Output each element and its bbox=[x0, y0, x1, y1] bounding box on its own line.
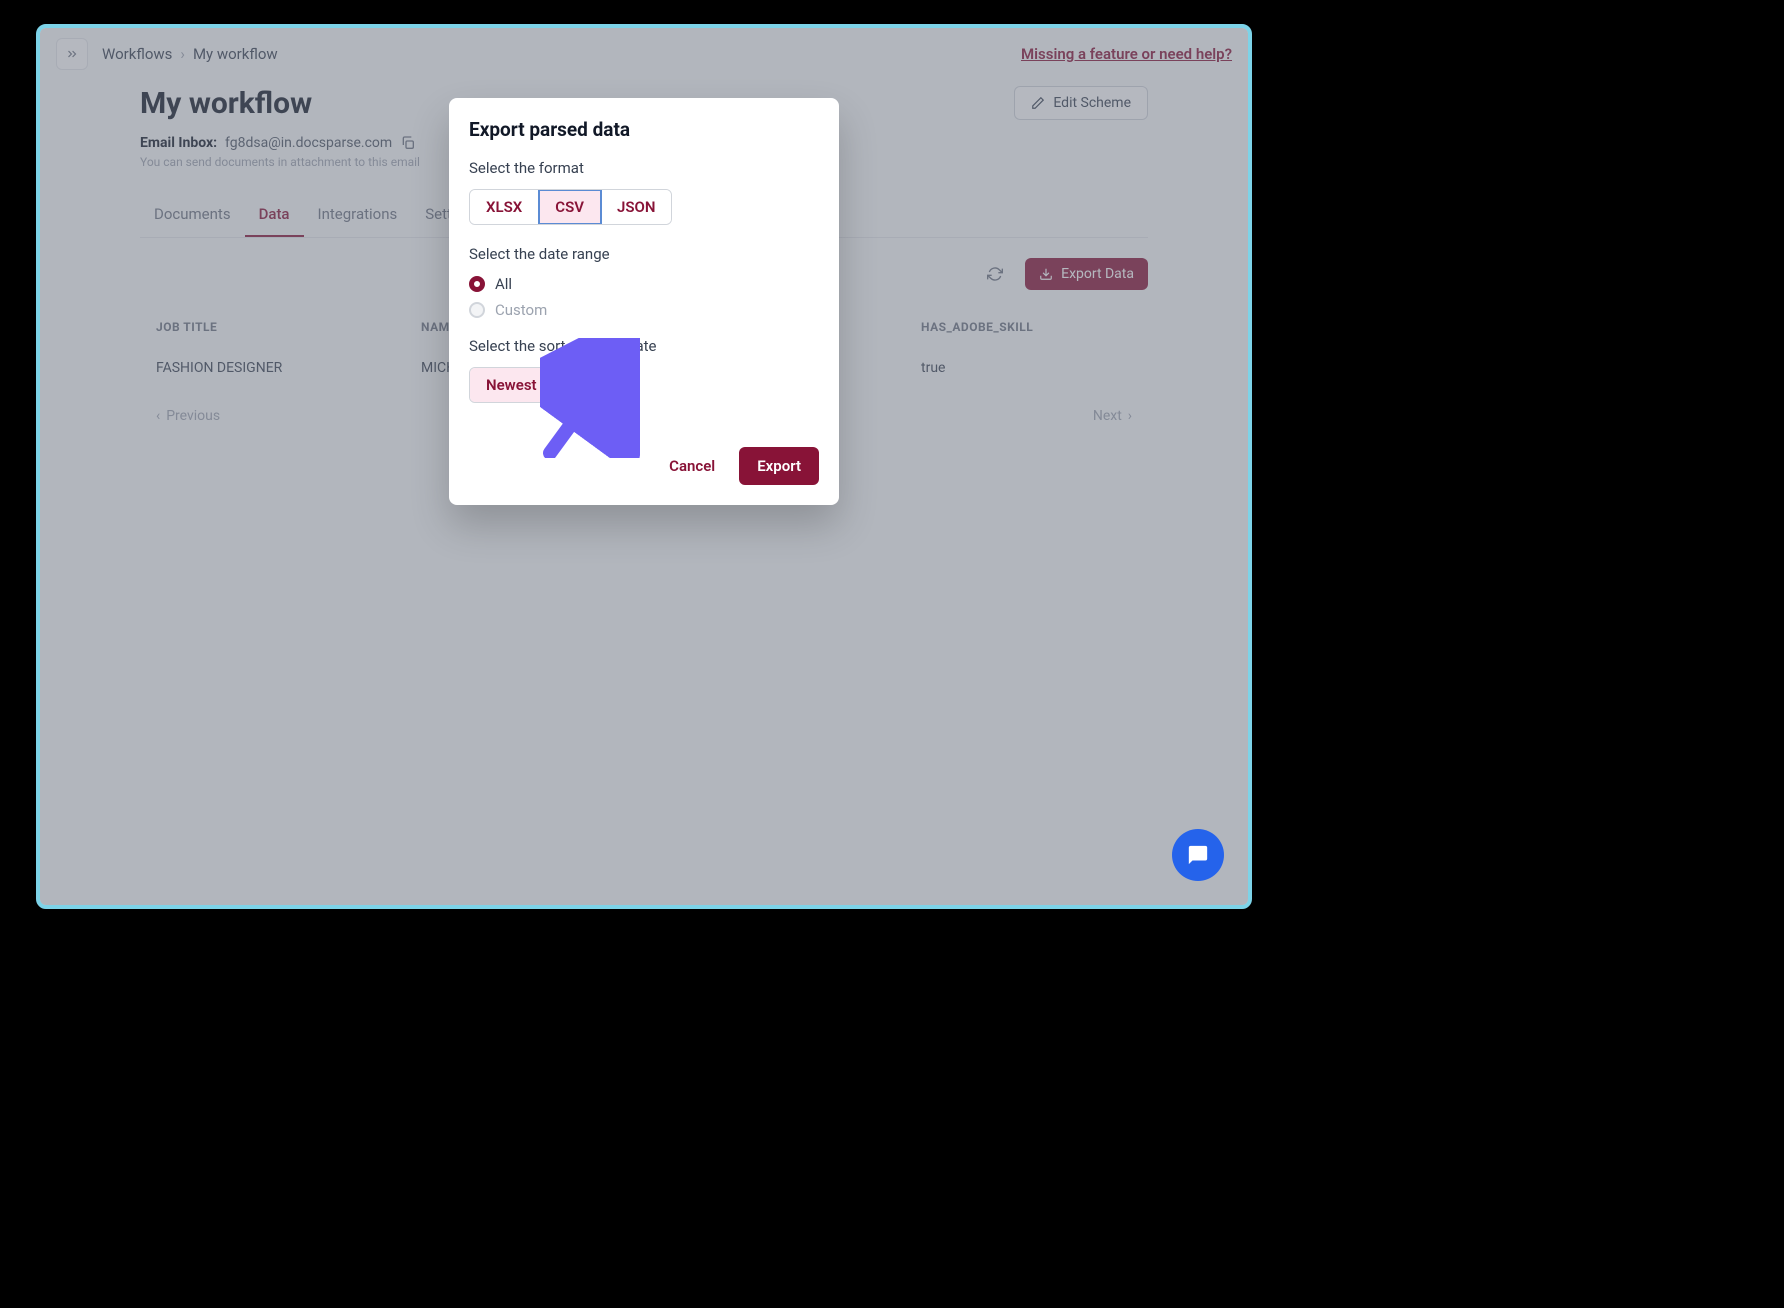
range-custom-label: Custom bbox=[495, 301, 547, 319]
modal-actions: Cancel Export bbox=[469, 447, 819, 485]
range-all[interactable]: All bbox=[469, 275, 819, 293]
export-modal: Export parsed data Select the format XLS… bbox=[449, 98, 839, 505]
format-json[interactable]: JSON bbox=[601, 190, 671, 224]
sort-newest[interactable]: Newest bbox=[470, 368, 554, 402]
format-csv[interactable]: CSV bbox=[539, 190, 601, 224]
cancel-button[interactable]: Cancel bbox=[653, 447, 731, 485]
range-all-label: All bbox=[495, 275, 512, 293]
app-shell: Workflows › My workflow Missing a featur… bbox=[40, 28, 1248, 905]
range-custom[interactable]: Custom bbox=[469, 301, 819, 319]
chat-icon bbox=[1187, 844, 1209, 866]
modal-title: Export parsed data bbox=[469, 118, 819, 141]
range-label: Select the date range bbox=[469, 245, 819, 263]
format-xlsx[interactable]: XLSX bbox=[470, 190, 539, 224]
chat-widget-button[interactable] bbox=[1172, 829, 1224, 881]
sort-oldest[interactable]: Oldest bbox=[554, 368, 630, 402]
radio-unselected-icon bbox=[469, 302, 485, 318]
sort-label: Select the sort order by date bbox=[469, 337, 819, 355]
format-segmented: XLSX CSV JSON bbox=[469, 189, 672, 225]
export-button[interactable]: Export bbox=[739, 447, 819, 485]
format-label: Select the format bbox=[469, 159, 819, 177]
radio-selected-icon bbox=[469, 276, 485, 292]
sort-segmented: Newest Oldest bbox=[469, 367, 630, 403]
range-radio-group: All Custom bbox=[469, 275, 819, 319]
modal-overlay[interactable]: Export parsed data Select the format XLS… bbox=[40, 28, 1248, 905]
